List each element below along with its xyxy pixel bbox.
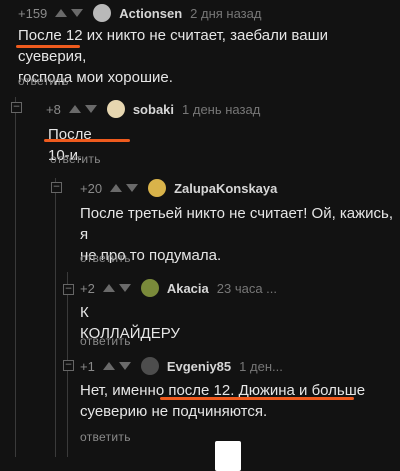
collapse-toggle-comment-2[interactable]: − <box>11 102 22 113</box>
upvote-icon[interactable] <box>68 105 81 113</box>
comment-text-line: После третьей никто не считает! Ой, кажи… <box>80 205 394 243</box>
avatar[interactable] <box>148 179 167 197</box>
comment-rating: +1 <box>80 358 95 374</box>
comment-time[interactable]: 2 дня назад <box>190 6 261 21</box>
comment-text-line: суеверию не подчиняются. <box>80 403 268 420</box>
comment-author[interactable]: Akacia <box>167 281 209 296</box>
thread-line-level-2 <box>55 178 56 457</box>
downvote-icon[interactable] <box>84 105 97 113</box>
comment-rating: +8 <box>46 101 61 117</box>
downvote-icon[interactable] <box>118 362 131 370</box>
comment-author[interactable]: Actionsen <box>119 6 182 21</box>
avatar[interactable] <box>93 4 112 22</box>
collapse-toggle-comment-3[interactable]: − <box>51 182 62 193</box>
reply-button[interactable]: ответить <box>50 152 101 166</box>
comment-author[interactable]: Evgeniy85 <box>167 359 231 374</box>
reply-button[interactable]: ответить <box>80 251 131 265</box>
downvote-icon[interactable] <box>126 184 139 192</box>
downvote-icon[interactable] <box>71 9 84 17</box>
floating-badge <box>215 441 241 471</box>
reply-button[interactable]: ответить <box>18 74 69 88</box>
comment-time[interactable]: 23 часа ... <box>217 281 277 296</box>
comment-author[interactable]: ZalupaKonskaya <box>174 181 277 196</box>
upvote-icon[interactable] <box>55 9 68 17</box>
highlight-underline <box>160 397 354 400</box>
upvote-icon[interactable] <box>102 362 115 370</box>
comment-author[interactable]: sobaki <box>133 102 174 117</box>
downvote-icon[interactable] <box>118 284 131 292</box>
avatar[interactable] <box>140 357 159 375</box>
comment-rating: +20 <box>80 180 103 196</box>
comment-rating: +159 <box>18 5 48 21</box>
upvote-icon[interactable] <box>102 284 115 292</box>
comment-time[interactable]: 1 ден... <box>239 359 283 374</box>
highlight-underline <box>16 45 80 48</box>
avatar[interactable] <box>106 100 125 118</box>
avatar[interactable] <box>140 279 159 297</box>
collapse-toggle-comment-4[interactable]: − <box>63 284 74 295</box>
comment-text-line: господа мои хорошие. <box>18 69 173 86</box>
reply-button[interactable]: ответить <box>80 334 131 348</box>
collapse-toggle-comment-5[interactable]: − <box>63 360 74 371</box>
highlight-underline <box>44 139 130 142</box>
reply-button[interactable]: ответить <box>80 430 131 444</box>
upvote-icon[interactable] <box>110 184 123 192</box>
thread-line-level-1 <box>15 97 16 457</box>
comment-rating: +2 <box>80 280 95 296</box>
comment-time[interactable]: 1 день назад <box>182 102 260 117</box>
